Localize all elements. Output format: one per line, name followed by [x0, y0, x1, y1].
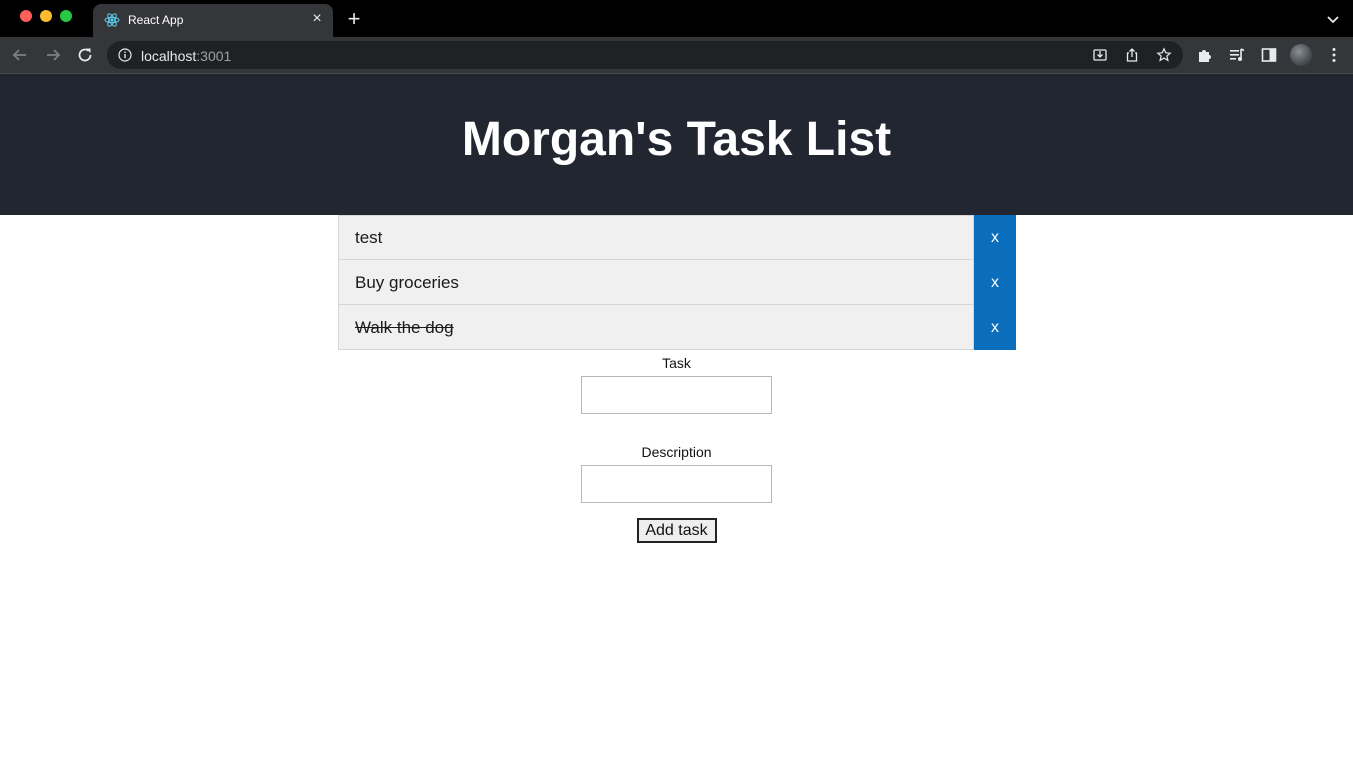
browser-tab[interactable]: React App × — [93, 4, 333, 37]
new-tab-button[interactable]: + — [344, 8, 364, 30]
description-input[interactable] — [581, 465, 772, 503]
task-row: Walk the dog x — [338, 305, 1016, 350]
task-field-label: Task — [662, 355, 691, 371]
add-task-button[interactable]: Add task — [636, 518, 717, 543]
task-list: test x Buy groceries x Walk the dog x — [338, 215, 1016, 350]
task-item-title[interactable]: test — [338, 215, 974, 260]
react-favicon-icon — [104, 13, 120, 27]
url-port: :3001 — [196, 48, 232, 64]
reload-icon[interactable] — [75, 45, 95, 65]
url-text: localhost:3001 — [141, 48, 231, 64]
task-item-title[interactable]: Buy groceries — [338, 260, 974, 305]
profile-avatar[interactable] — [1290, 44, 1312, 66]
task-row: Buy groceries x — [338, 260, 1016, 305]
forward-arrow-icon[interactable] — [43, 45, 63, 65]
description-field-label: Description — [641, 444, 712, 460]
browser-titlebar: React App × + — [0, 0, 1353, 37]
url-host: localhost — [141, 48, 197, 64]
delete-task-button[interactable]: x — [974, 305, 1016, 350]
back-arrow-icon[interactable] — [10, 45, 30, 65]
form-spacer — [0, 414, 1353, 443]
task-input[interactable] — [581, 376, 772, 414]
tab-title: React App — [128, 13, 184, 27]
task-row: test x — [338, 215, 1016, 260]
browser-toolbar: localhost:3001 — [0, 37, 1353, 73]
task-item-title-completed[interactable]: Walk the dog — [338, 305, 974, 350]
delete-task-button[interactable]: x — [974, 260, 1016, 305]
media-control-icon[interactable] — [1228, 46, 1246, 64]
tab-close-icon[interactable]: × — [309, 10, 325, 28]
extensions-puzzle-icon[interactable] — [1196, 46, 1214, 64]
install-app-icon[interactable] — [1092, 47, 1108, 63]
window-zoom-button[interactable] — [60, 10, 72, 22]
tab-search-chevron-icon[interactable] — [1324, 10, 1342, 28]
page-title: Morgan's Task List — [461, 113, 892, 166]
side-panel-icon[interactable] — [1260, 46, 1278, 64]
bookmark-star-icon[interactable] — [1156, 47, 1172, 63]
kebab-menu-icon[interactable] — [1325, 46, 1343, 64]
window-minimize-button[interactable] — [40, 10, 52, 22]
address-bar[interactable]: localhost:3001 — [107, 41, 1183, 69]
add-task-form: Task Description Add task — [0, 354, 1353, 543]
site-info-icon[interactable] — [118, 48, 132, 62]
window-close-button[interactable] — [20, 10, 32, 22]
delete-task-button[interactable]: x — [974, 215, 1016, 260]
app-header: Morgan's Task List — [0, 74, 1353, 215]
share-icon[interactable] — [1124, 47, 1140, 63]
